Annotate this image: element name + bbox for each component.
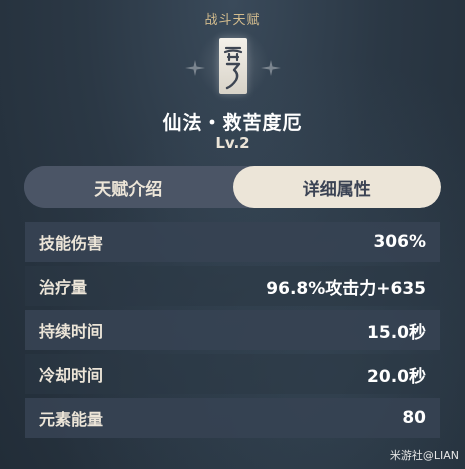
stat-label: 治疗量 [39, 278, 88, 297]
talent-level: Lv.2 [215, 134, 250, 152]
watermark: 米游社@LIAN [389, 449, 459, 462]
talent-name: 仙法・救苦度厄 [162, 112, 303, 134]
tab-detailed-attributes[interactable]: 详细属性 [232, 166, 441, 208]
stat-label: 技能伤害 [39, 234, 104, 253]
stat-value: 306% [373, 232, 426, 252]
tab-bar: 天赋介绍 详细属性 [24, 166, 441, 208]
stat-label: 元素能量 [39, 410, 104, 429]
tab-talent-description[interactable]: 天赋介绍 [24, 166, 233, 208]
sparkle-left-icon [185, 60, 205, 76]
stat-row-duration: 持续时间 15.0秒 [25, 310, 440, 350]
stat-row-healing: 治疗量 96.8%攻击力+635 [25, 266, 440, 306]
talent-emblem [185, 28, 281, 100]
stat-value: 15.0秒 [367, 322, 426, 343]
stats-table: 技能伤害 306% 治疗量 96.8%攻击力+635 持续时间 15.0秒 冷却… [25, 222, 440, 442]
stat-row-energy-cost: 元素能量 80 [25, 398, 440, 438]
talent-scroll-icon [219, 38, 247, 94]
stat-value: 96.8%攻击力+635 [266, 278, 426, 299]
stat-row-cooldown: 冷却时间 20.0秒 [25, 354, 440, 394]
sparkle-right-icon [261, 60, 281, 76]
talent-category-title: 战斗天赋 [204, 13, 261, 28]
stat-label: 持续时间 [39, 322, 104, 341]
stat-value: 20.0秒 [367, 366, 426, 387]
stat-label: 冷却时间 [39, 366, 104, 385]
stat-row-skill-damage: 技能伤害 306% [25, 222, 440, 262]
stat-value: 80 [402, 408, 426, 428]
